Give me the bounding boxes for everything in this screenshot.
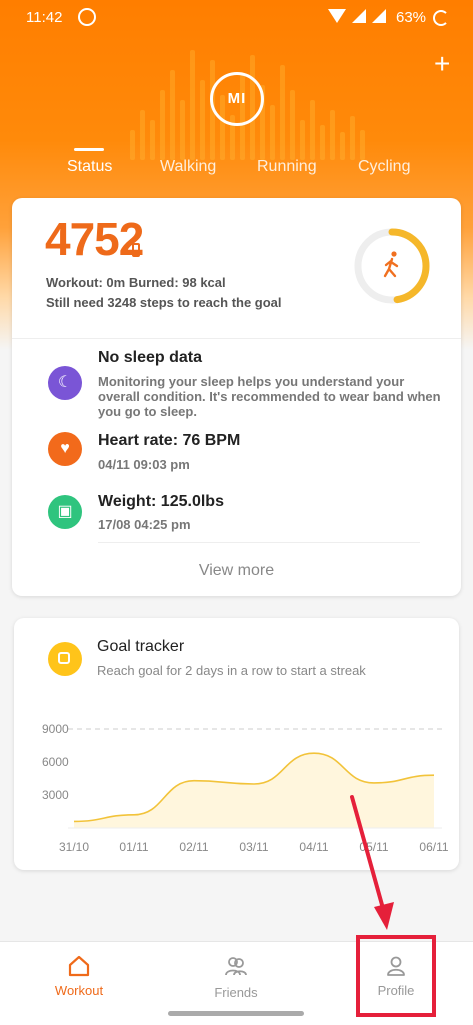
y-tick-label: 3000	[42, 788, 69, 802]
signal-icon	[352, 9, 366, 23]
decorative-bar	[350, 116, 355, 160]
decorative-bar	[150, 120, 155, 160]
moon-icon: ☾	[48, 366, 82, 400]
y-tick-label: 6000	[42, 755, 69, 769]
decorative-bar	[270, 105, 275, 160]
plus-icon[interactable]: +	[434, 50, 450, 78]
weight-time: 17/08 04:25 pm	[98, 517, 191, 532]
x-tick-label: 05/11	[359, 840, 388, 854]
mi-logo: MI	[210, 72, 264, 126]
goal-remaining: Still need 3248 steps to reach the goal	[46, 295, 282, 310]
view-more-button[interactable]: View more	[12, 562, 461, 580]
heart-rate-time: 04/11 09:03 pm	[98, 457, 190, 472]
decorative-bar	[170, 70, 175, 160]
decorative-bar	[300, 120, 305, 160]
decorative-bar	[340, 132, 345, 160]
decorative-bar	[200, 80, 205, 160]
x-tick-label: 02/11	[179, 840, 208, 854]
steps-progress-ring	[352, 226, 432, 306]
x-tick-label: 31/10	[59, 840, 89, 854]
x-tick-label: 06/11	[419, 840, 448, 854]
highlight-box	[356, 935, 436, 1017]
tab-cycling[interactable]: Cycling	[358, 158, 410, 176]
decorative-bar	[180, 100, 185, 160]
decorative-bar	[190, 50, 195, 160]
status-time: 11:42	[26, 9, 63, 26]
x-tick-label: 04/11	[299, 840, 328, 854]
sleep-description: Monitoring your sleep helps you understa…	[98, 374, 441, 419]
steps-card[interactable]: 4752 Workout: 0m Burned: 98 kcal Still n…	[12, 198, 461, 596]
tab-walking[interactable]: Walking	[160, 158, 216, 176]
battery-percent: 63%	[396, 9, 427, 26]
decorative-bar	[360, 130, 365, 160]
decorative-bar	[290, 90, 295, 160]
goal-chart: 9000 6000 3000 31/10 01/11 02/11 03/11 04/11 05/…	[42, 722, 449, 854]
weight-title: Weight: 125.0lbs	[98, 493, 224, 510]
wifi-icon	[328, 9, 346, 23]
scale-icon: ▣	[48, 495, 82, 529]
series-area	[74, 753, 434, 828]
nav-workout-label: Workout	[54, 983, 104, 998]
nav-workout[interactable]: Workout	[24, 942, 134, 1012]
view-more-divider	[98, 542, 420, 543]
decorative-bar	[160, 90, 165, 160]
status-bar: 11:42 63%	[0, 0, 473, 36]
decorative-bar	[140, 110, 145, 160]
decorative-bar	[330, 110, 335, 160]
decorative-bar	[280, 65, 285, 160]
heart-icon: ♥	[48, 432, 82, 466]
decorative-bar	[130, 130, 135, 160]
decorative-bar	[320, 125, 325, 160]
battery-icon	[433, 10, 449, 26]
decorative-bar	[310, 100, 315, 160]
whatsapp-icon	[78, 8, 96, 26]
steps-count: 4752	[45, 213, 144, 265]
tab-running[interactable]: Running	[257, 158, 317, 176]
sleep-title: No sleep data	[98, 349, 203, 366]
activity-tabs: Status Walking Running Cycling	[0, 158, 473, 188]
workout-summary: Workout: 0m Burned: 98 kcal	[46, 275, 226, 290]
card-divider	[12, 338, 461, 339]
y-tick-label: 9000	[42, 722, 69, 736]
x-tick-label: 03/11	[239, 840, 268, 854]
gesture-bar	[168, 1011, 304, 1016]
active-tab-indicator	[74, 148, 104, 151]
tab-status[interactable]: Status	[67, 158, 112, 176]
nav-friends[interactable]: Friends	[181, 942, 291, 1012]
goal-tracker-card[interactable]: Goal tracker Reach goal for 2 days in a …	[14, 618, 459, 870]
home-icon	[68, 955, 90, 977]
signal-icon-2	[372, 9, 386, 23]
heart-rate-title: Heart rate: 76 BPM	[98, 432, 241, 449]
friends-icon	[225, 957, 247, 976]
band-icon	[132, 243, 140, 257]
x-tick-label: 01/11	[119, 840, 148, 854]
nav-friends-label: Friends	[214, 985, 258, 1000]
